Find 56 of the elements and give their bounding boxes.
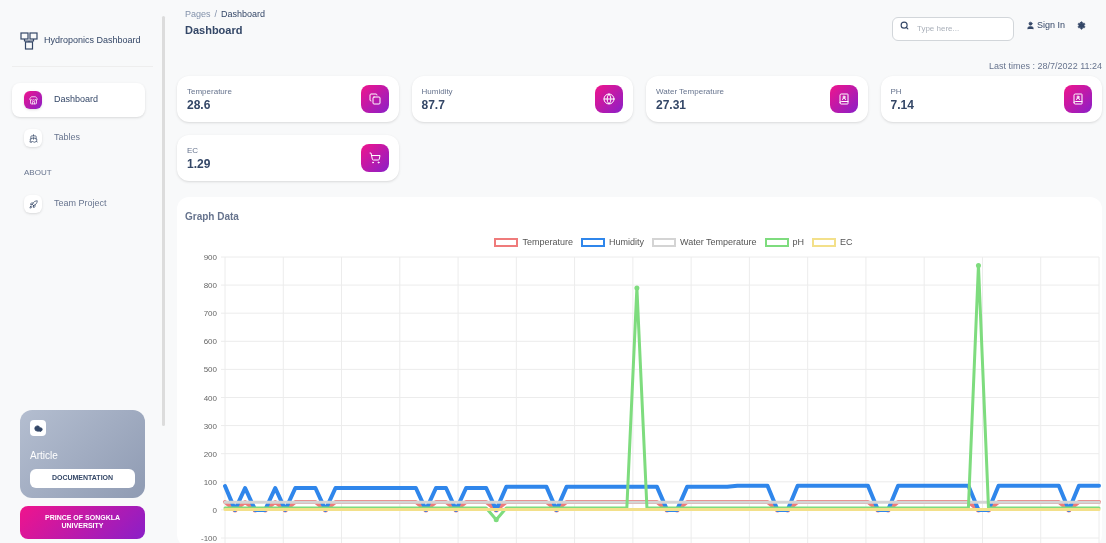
- legend-label: Humidity: [608, 236, 644, 249]
- y-axis-label: 500: [203, 364, 217, 374]
- y-axis-label: 900: [203, 252, 217, 262]
- legend-label: Temperature: [522, 236, 573, 249]
- y-axis-label: 200: [203, 449, 217, 459]
- stat-value: 28.6: [187, 97, 212, 113]
- stat-icon: [1064, 85, 1092, 113]
- stat-value: 87.7: [421, 97, 446, 113]
- brand-name: Hydroponics Dashboard: [44, 34, 141, 48]
- y-axis-label: 0: [212, 505, 217, 515]
- breadcrumb-current: Dashboard: [221, 8, 266, 21]
- last-update-time: Last times : 28/7/2022 11:24: [989, 59, 1102, 73]
- graph-title: Graph Data: [185, 210, 240, 224]
- page-title: Dashboard: [185, 22, 244, 38]
- nav-icon: [24, 195, 42, 213]
- stat-label: PH: [890, 85, 903, 98]
- data-point: [634, 284, 640, 290]
- stat-value: 7.14: [890, 97, 915, 113]
- nav-icon: [24, 129, 42, 147]
- y-axis-label: 800: [203, 280, 217, 290]
- logo-icon: [20, 32, 38, 50]
- sidebar-item[interactable]: Dashboard: [12, 83, 145, 117]
- legend-label: pH: [792, 236, 805, 249]
- stat-icon: [360, 144, 389, 172]
- sign-in-link[interactable]: Sign In: [1025, 19, 1065, 33]
- settings-icon[interactable]: [1077, 21, 1086, 30]
- cloud-icon: [30, 420, 46, 436]
- section-heading: ABOUT: [23, 167, 53, 179]
- y-axis-label: 400: [203, 393, 217, 402]
- y-axis-label: 100: [203, 477, 217, 487]
- stat-icon: [360, 85, 389, 113]
- stat-label: EC: [187, 144, 200, 157]
- search-icon: [899, 21, 909, 30]
- breadcrumb-link[interactable]: Pages: [185, 8, 211, 22]
- y-axis-label: 300: [203, 421, 217, 431]
- stat-label: Water Temperature: [656, 85, 726, 98]
- breadcrumb-separator: /: [214, 8, 218, 21]
- data-point: [493, 516, 499, 522]
- stat-value: 1.29: [187, 156, 212, 172]
- nav-icon: [24, 91, 42, 109]
- y-axis-label: 700: [203, 308, 217, 318]
- legend-label: EC: [840, 236, 853, 249]
- y-axis-label: -100: [201, 533, 217, 543]
- stat-icon: [595, 85, 623, 113]
- user-icon: [1025, 21, 1035, 31]
- y-axis-label: 600: [203, 336, 217, 346]
- search-field[interactable]: Type here...: [891, 16, 1014, 41]
- article-title: Article: [30, 449, 59, 463]
- stat-label: Temperature: [187, 85, 233, 98]
- legend-label: Water Temperature: [680, 236, 757, 249]
- data-point: [975, 262, 981, 268]
- stat-value: 27.31: [656, 97, 688, 113]
- sidebar-item[interactable]: Team Project: [12, 187, 145, 221]
- stat-label: Humidity: [421, 85, 454, 98]
- stat-icon: [829, 85, 858, 113]
- sidebar-item[interactable]: Tables: [12, 121, 145, 155]
